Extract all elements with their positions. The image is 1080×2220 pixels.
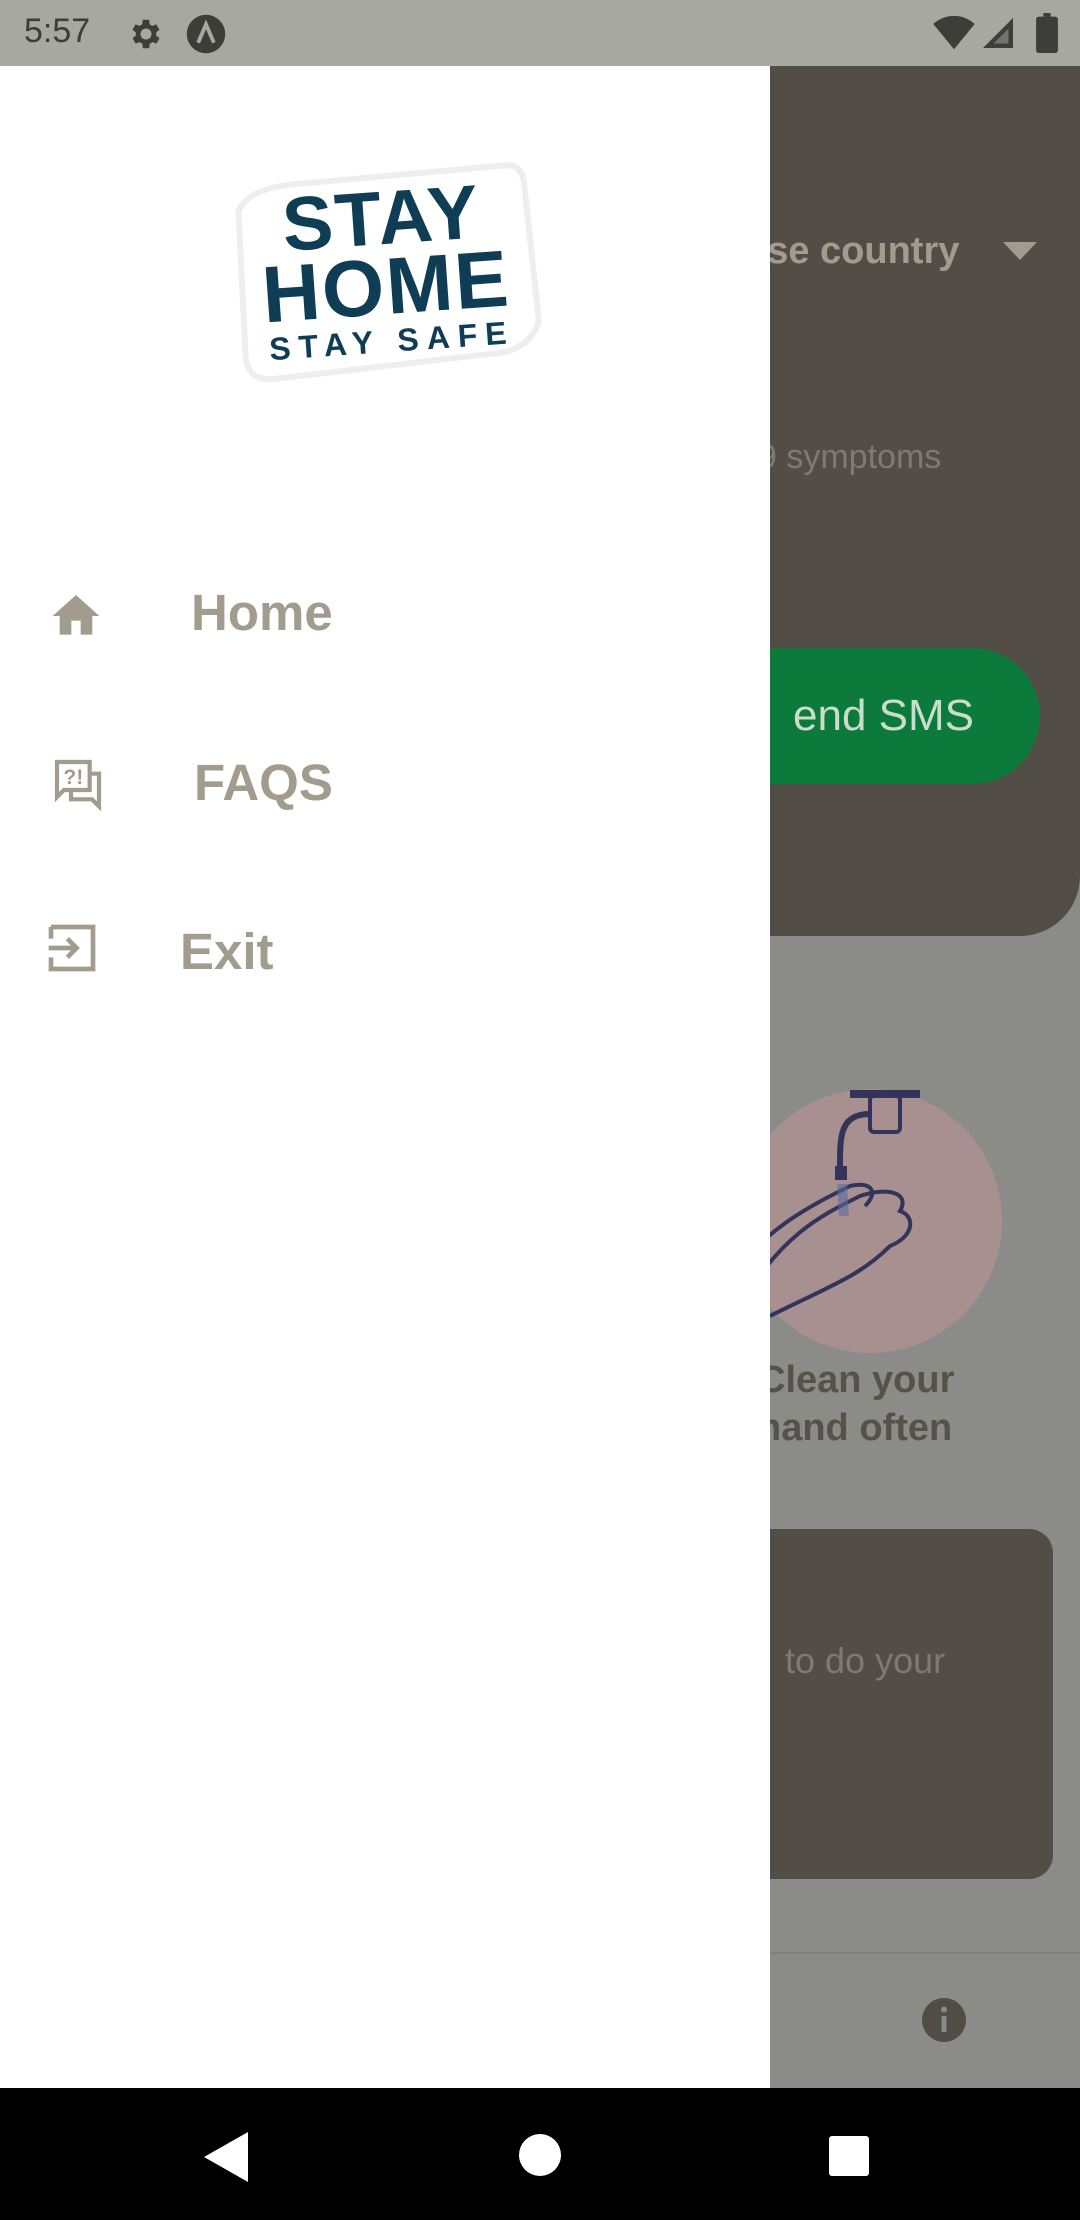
wifi-icon	[933, 15, 975, 50]
wash-caption: Clean your hand often	[758, 1356, 954, 1452]
info-icon[interactable]	[920, 1996, 968, 2044]
recents-icon[interactable]	[829, 2136, 869, 2176]
drawer-item-label: Home	[191, 584, 333, 641]
svg-text:?!: ?!	[63, 766, 83, 789]
status-time: 5:57	[24, 12, 91, 50]
navigation-drawer[interactable]: STAY HOME STAY SAFE Home ?! FAQS Exit	[0, 66, 770, 2088]
drawer-item-label: Exit	[180, 923, 274, 980]
back-icon[interactable]	[204, 2132, 248, 2182]
drawer-item-label: FAQS	[194, 754, 333, 811]
home-icon	[52, 595, 100, 635]
wash-caption-line2: hand often	[758, 1407, 953, 1449]
signal-icon	[983, 18, 1013, 48]
dropdown-caret-icon[interactable]	[1003, 242, 1037, 262]
hand-wash-illustration	[740, 1089, 1002, 1353]
drawer-item-home[interactable]: Home	[0, 551, 770, 681]
wash-caption-line1: Clean your	[758, 1359, 955, 1401]
app-badge-icon	[186, 14, 226, 54]
system-nav-bar	[0, 2088, 1080, 2220]
faq-icon: ?!	[54, 759, 102, 811]
status-bar: 5:57	[0, 0, 1080, 66]
battery-icon	[1036, 13, 1058, 53]
symptoms-text: 9 symptoms	[758, 438, 942, 476]
drawer-item-faqs[interactable]: ?! FAQS	[0, 718, 770, 848]
drawer-item-exit[interactable]: Exit	[0, 886, 770, 1016]
gear-icon	[132, 19, 160, 49]
country-select[interactable]: ose country	[744, 230, 959, 273]
exit-icon	[48, 924, 96, 972]
stay-home-logo: STAY HOME STAY SAFE	[235, 162, 542, 383]
info-card-text: to do your	[785, 1640, 946, 1681]
home-circle-icon[interactable]	[519, 2134, 561, 2176]
